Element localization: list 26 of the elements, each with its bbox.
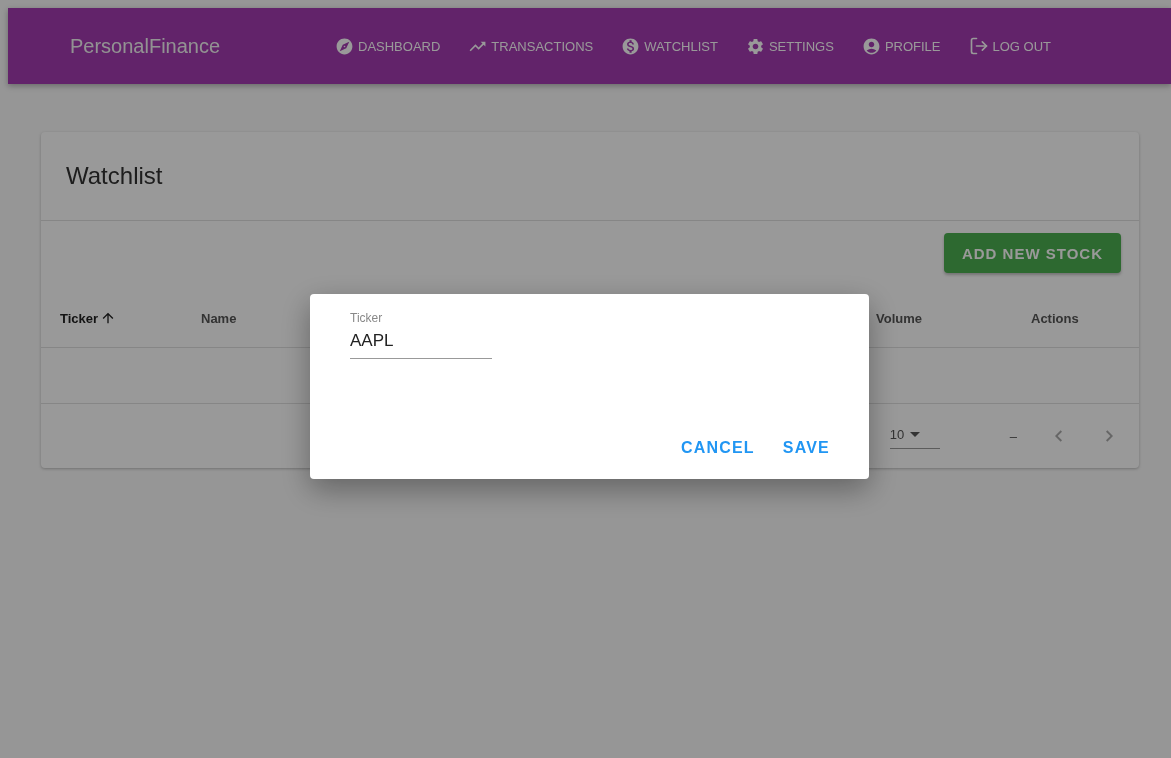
logout-icon [968,36,989,56]
field-label: Ticker [350,311,384,325]
nav-link[interactable]: WATCHLIST [621,36,718,56]
cancel-button[interactable]: CANCEL [672,435,763,461]
app-title: PersonalFinance [70,34,222,58]
rows-per-page-select[interactable]: 10 [889,423,940,449]
column-header[interactable]: Ticker [60,310,201,326]
dollar-icon [621,36,641,56]
page-range: – [1009,428,1017,444]
dropdown-icon [910,432,921,437]
column-header[interactable]: Volume [876,310,1031,326]
save-button[interactable]: SAVE [774,435,838,461]
chevron-right-icon [1106,430,1113,442]
add-stock-button[interactable]: ADD NEW STOCK [943,233,1121,273]
column-header[interactable]: Actions [1031,310,1139,326]
settings-icon [745,36,765,56]
chevron-left-icon [1055,430,1062,442]
nav-link[interactable]: PROFILE [861,36,941,56]
nav-link[interactable]: TRANSACTIONS [468,36,594,56]
nav-link[interactable]: SETTINGS [745,36,834,56]
ticker-input[interactable]: AAPL [350,325,492,359]
nav-link[interactable]: DASHBOARD [335,36,441,56]
account-icon [861,36,881,56]
compass-icon [335,36,354,56]
card-title: Watchlist [66,162,163,190]
nav-link[interactable]: LOG OUT [968,36,1052,56]
